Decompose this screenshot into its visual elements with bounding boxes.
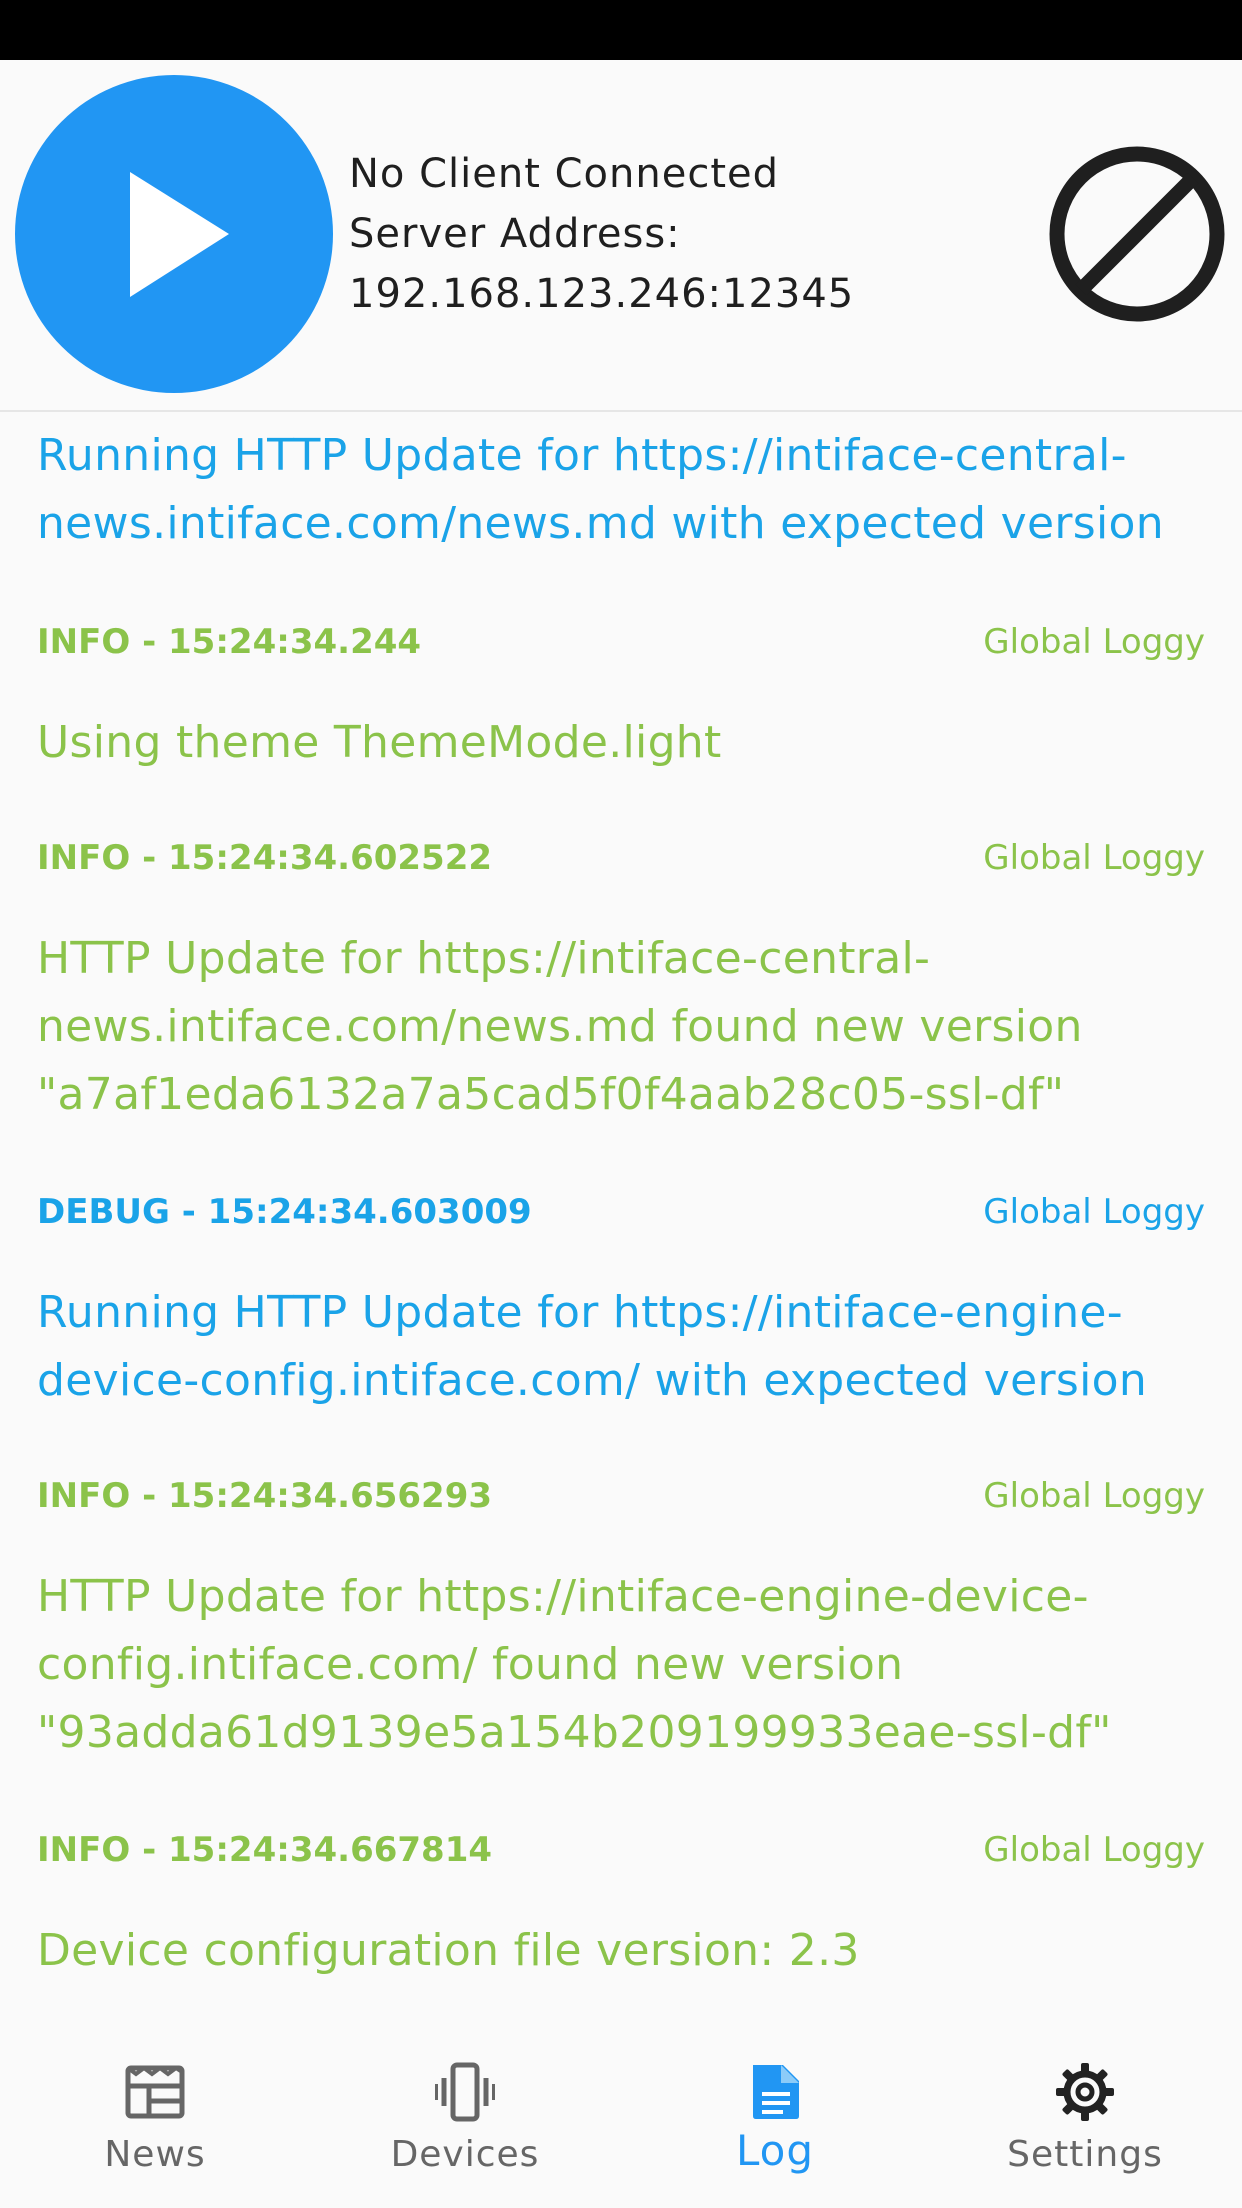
log-level-time: INFO - 15:24:34.244 xyxy=(37,622,422,662)
news-icon xyxy=(125,2065,185,2119)
nav-item-news[interactable]: News xyxy=(0,2030,310,2208)
nav-label: Devices xyxy=(390,2134,540,2175)
server-address-value: 192.168.123.246:12345 xyxy=(349,271,855,317)
log-level-time: INFO - 15:24:34.602522 xyxy=(37,838,493,878)
log-logger-name: Global Loggy xyxy=(983,1476,1205,1516)
block-button[interactable] xyxy=(1047,144,1227,324)
log-entry: INFO - 15:24:34.244 Global Loggy Using t… xyxy=(37,617,1205,777)
log-logger-name: Global Loggy xyxy=(983,1192,1205,1232)
server-address-label: Server Address: xyxy=(349,211,681,257)
log-level-time: DEBUG - 15:24:34.603009 xyxy=(37,1192,532,1232)
log-level-time: INFO - 15:24:34.656293 xyxy=(37,1476,493,1516)
log-list[interactable]: Running HTTP Update for https://intiface… xyxy=(0,412,1242,2030)
log-message: Running HTTP Update for https://intiface… xyxy=(37,1287,1148,1406)
play-icon xyxy=(130,172,229,297)
log-message: Device configuration file version: 2.3 xyxy=(37,1925,860,1976)
log-message: HTTP Update for https://intiface-central… xyxy=(37,933,1083,1120)
server-control-header: No Client Connected Server Address: 192.… xyxy=(0,60,1242,412)
status-bar xyxy=(0,0,1242,60)
log-message: Using theme ThemeMode.light xyxy=(37,717,722,768)
nav-item-devices[interactable]: Devices xyxy=(310,2030,620,2208)
gear-icon xyxy=(1056,2063,1114,2121)
document-icon xyxy=(753,2065,799,2119)
log-message: HTTP Update for https://intiface-engine-… xyxy=(37,1571,1112,1758)
log-message-partial: Running HTTP Update for https://intiface… xyxy=(37,430,1164,549)
log-entry: DEBUG - 15:24:34.603009 Global Loggy Run… xyxy=(37,1187,1205,1415)
nav-label: News xyxy=(104,2134,206,2175)
start-server-button[interactable] xyxy=(15,75,333,393)
log-level-time: INFO - 15:24:34.667814 xyxy=(37,1830,493,1870)
server-status-info: No Client Connected Server Address: 192.… xyxy=(349,144,854,324)
connection-status: No Client Connected xyxy=(349,151,780,197)
log-logger-name: Global Loggy xyxy=(983,622,1205,662)
log-entry: INFO - 15:24:34.656293 Global Loggy HTTP… xyxy=(37,1471,1205,1767)
nav-item-settings[interactable]: Settings xyxy=(930,2030,1240,2208)
log-entry: INFO - 15:24:34.667814 Global Loggy Devi… xyxy=(37,1825,1205,1985)
nav-item-log[interactable]: Log xyxy=(620,2030,930,2208)
vibration-icon xyxy=(435,2062,495,2122)
block-icon xyxy=(1049,146,1225,322)
log-logger-name: Global Loggy xyxy=(983,838,1205,878)
nav-label: Log xyxy=(735,2126,815,2175)
bottom-navigation: News Devices Log Settings xyxy=(0,2030,1242,2208)
nav-label: Settings xyxy=(1007,2134,1163,2175)
log-logger-name: Global Loggy xyxy=(983,1830,1205,1870)
log-entry: INFO - 15:24:34.602522 Global Loggy HTTP… xyxy=(37,833,1205,1129)
